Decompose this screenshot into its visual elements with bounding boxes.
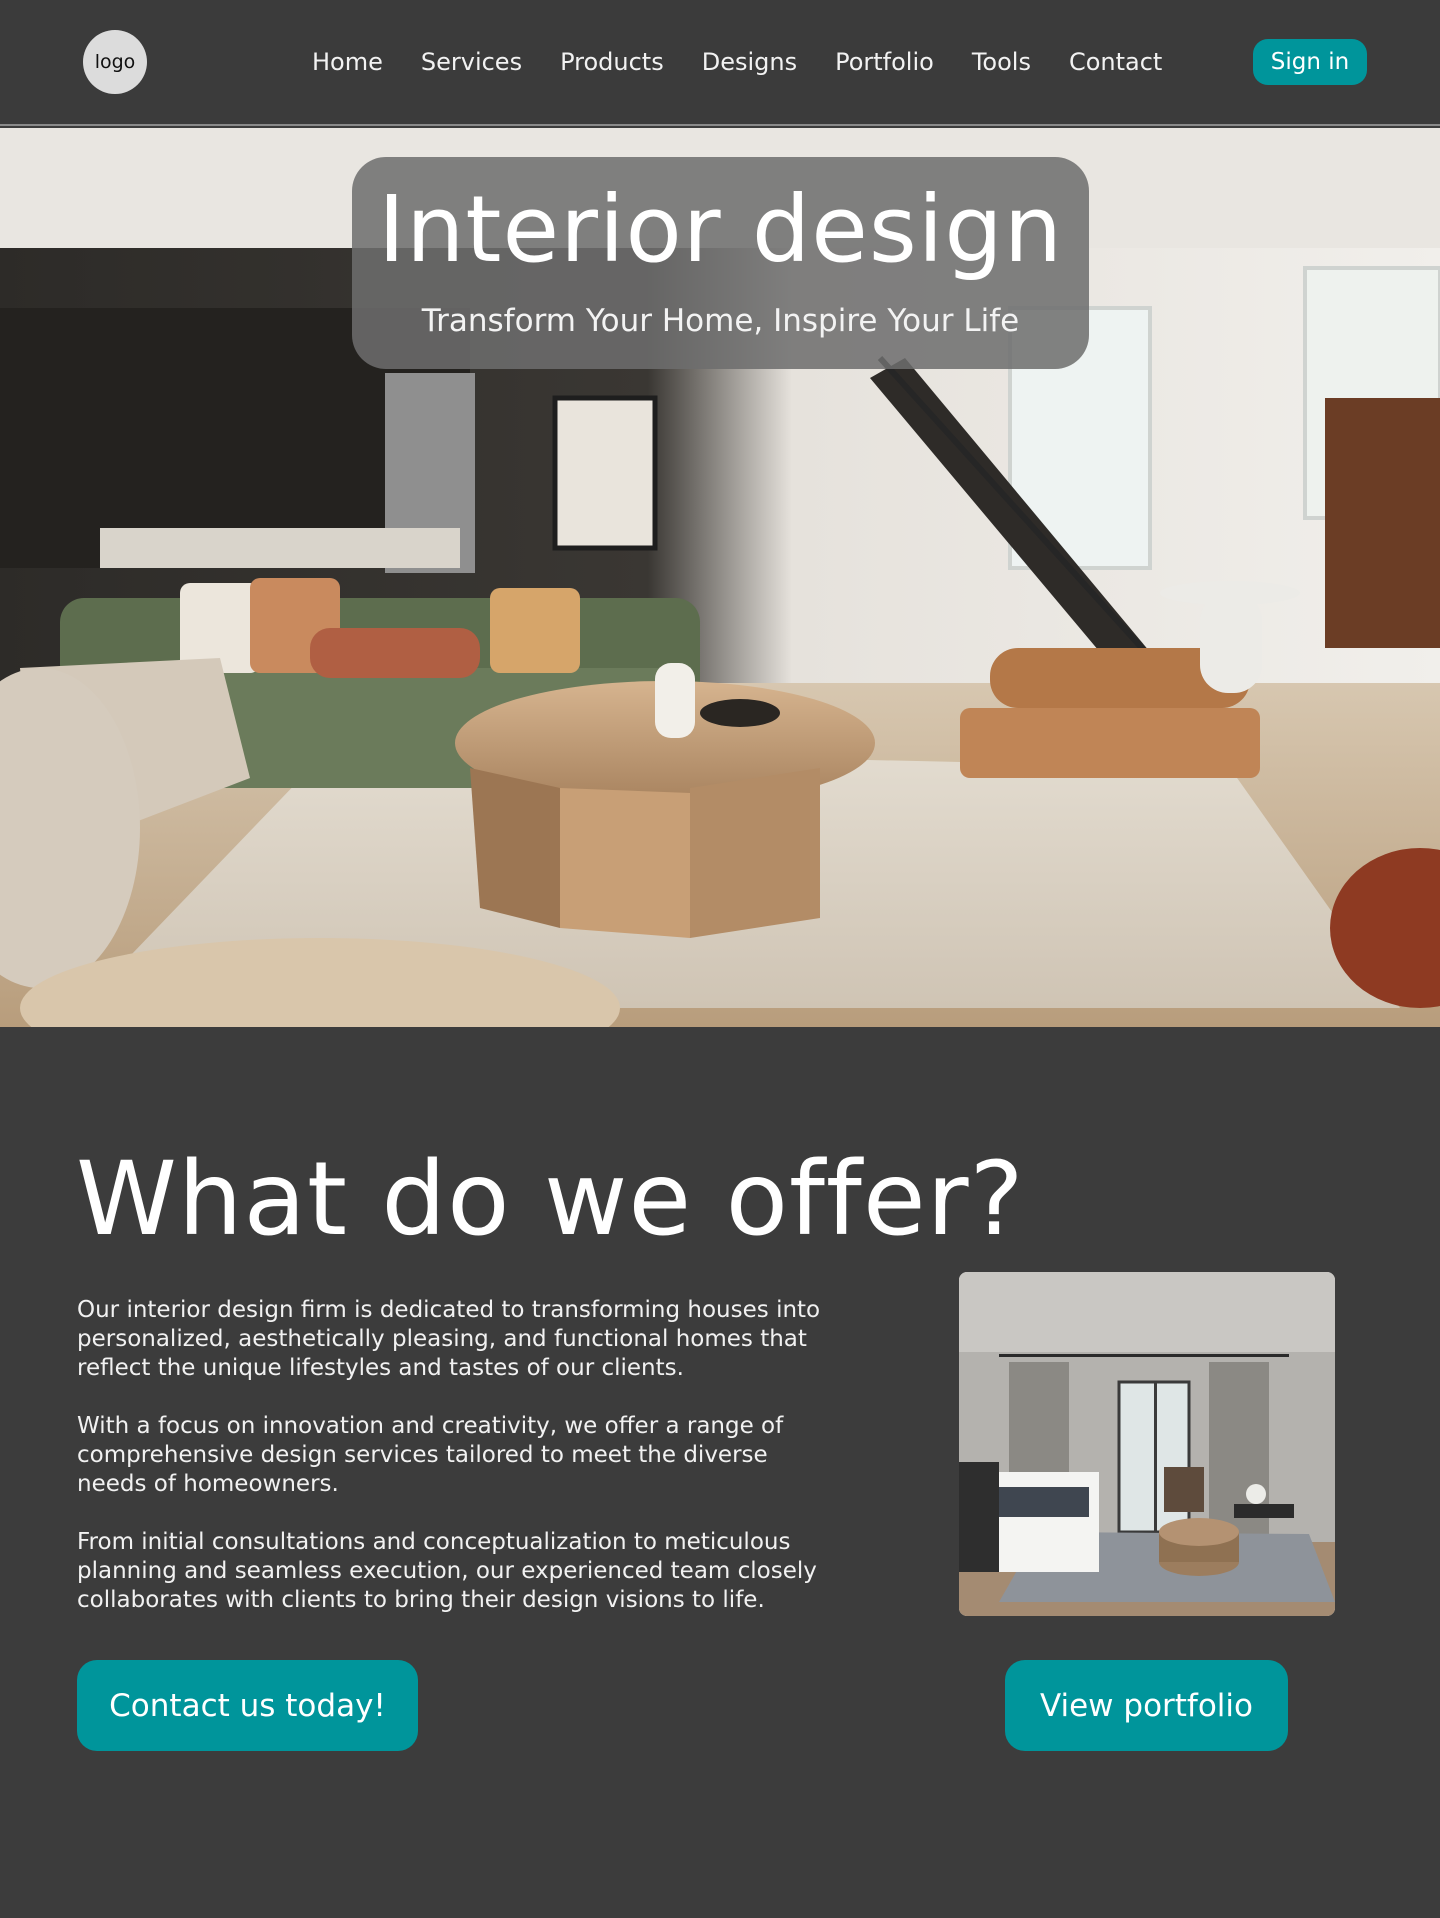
contact-us-button[interactable]: Contact us today! [77,1660,418,1751]
navbar: logo Home Services Products Designs Port… [0,0,1440,126]
hero-subtitle: Transform Your Home, Inspire Your Life [421,303,1020,339]
logo[interactable]: logo [83,30,147,94]
nav-link-services[interactable]: Services [421,48,522,76]
nav-link-products[interactable]: Products [560,48,664,76]
offer-paragraph: With a focus on innovation and creativit… [77,1413,784,1497]
view-portfolio-button[interactable]: View portfolio [1005,1660,1288,1751]
offer-paragraph: Our interior design firm is dedicated to… [77,1297,821,1381]
nav-link-portfolio[interactable]: Portfolio [835,48,934,76]
page: logo Home Services Products Designs Port… [0,0,1440,1918]
offer-paragraph: From initial consultations and conceptua… [77,1529,817,1613]
nav-link-tools[interactable]: Tools [972,48,1031,76]
hero-title: Interior design [377,176,1064,283]
nav-links: Home Services Products Designs Portfolio… [312,44,1162,80]
hero-overlay-card: Interior design Transform Your Home, Ins… [352,157,1089,369]
offer-description: Our interior design firm is dedicated to… [77,1296,837,1644]
hero-section: Interior design Transform Your Home, Ins… [0,128,1440,1027]
nav-link-contact[interactable]: Contact [1069,48,1162,76]
offer-heading: What do we offer? [76,1140,1025,1259]
sign-in-button[interactable]: Sign in [1253,39,1367,85]
bedroom-photo [959,1272,1335,1616]
nav-link-designs[interactable]: Designs [702,48,797,76]
bedroom-image [959,1272,1335,1616]
nav-link-home[interactable]: Home [312,48,383,76]
